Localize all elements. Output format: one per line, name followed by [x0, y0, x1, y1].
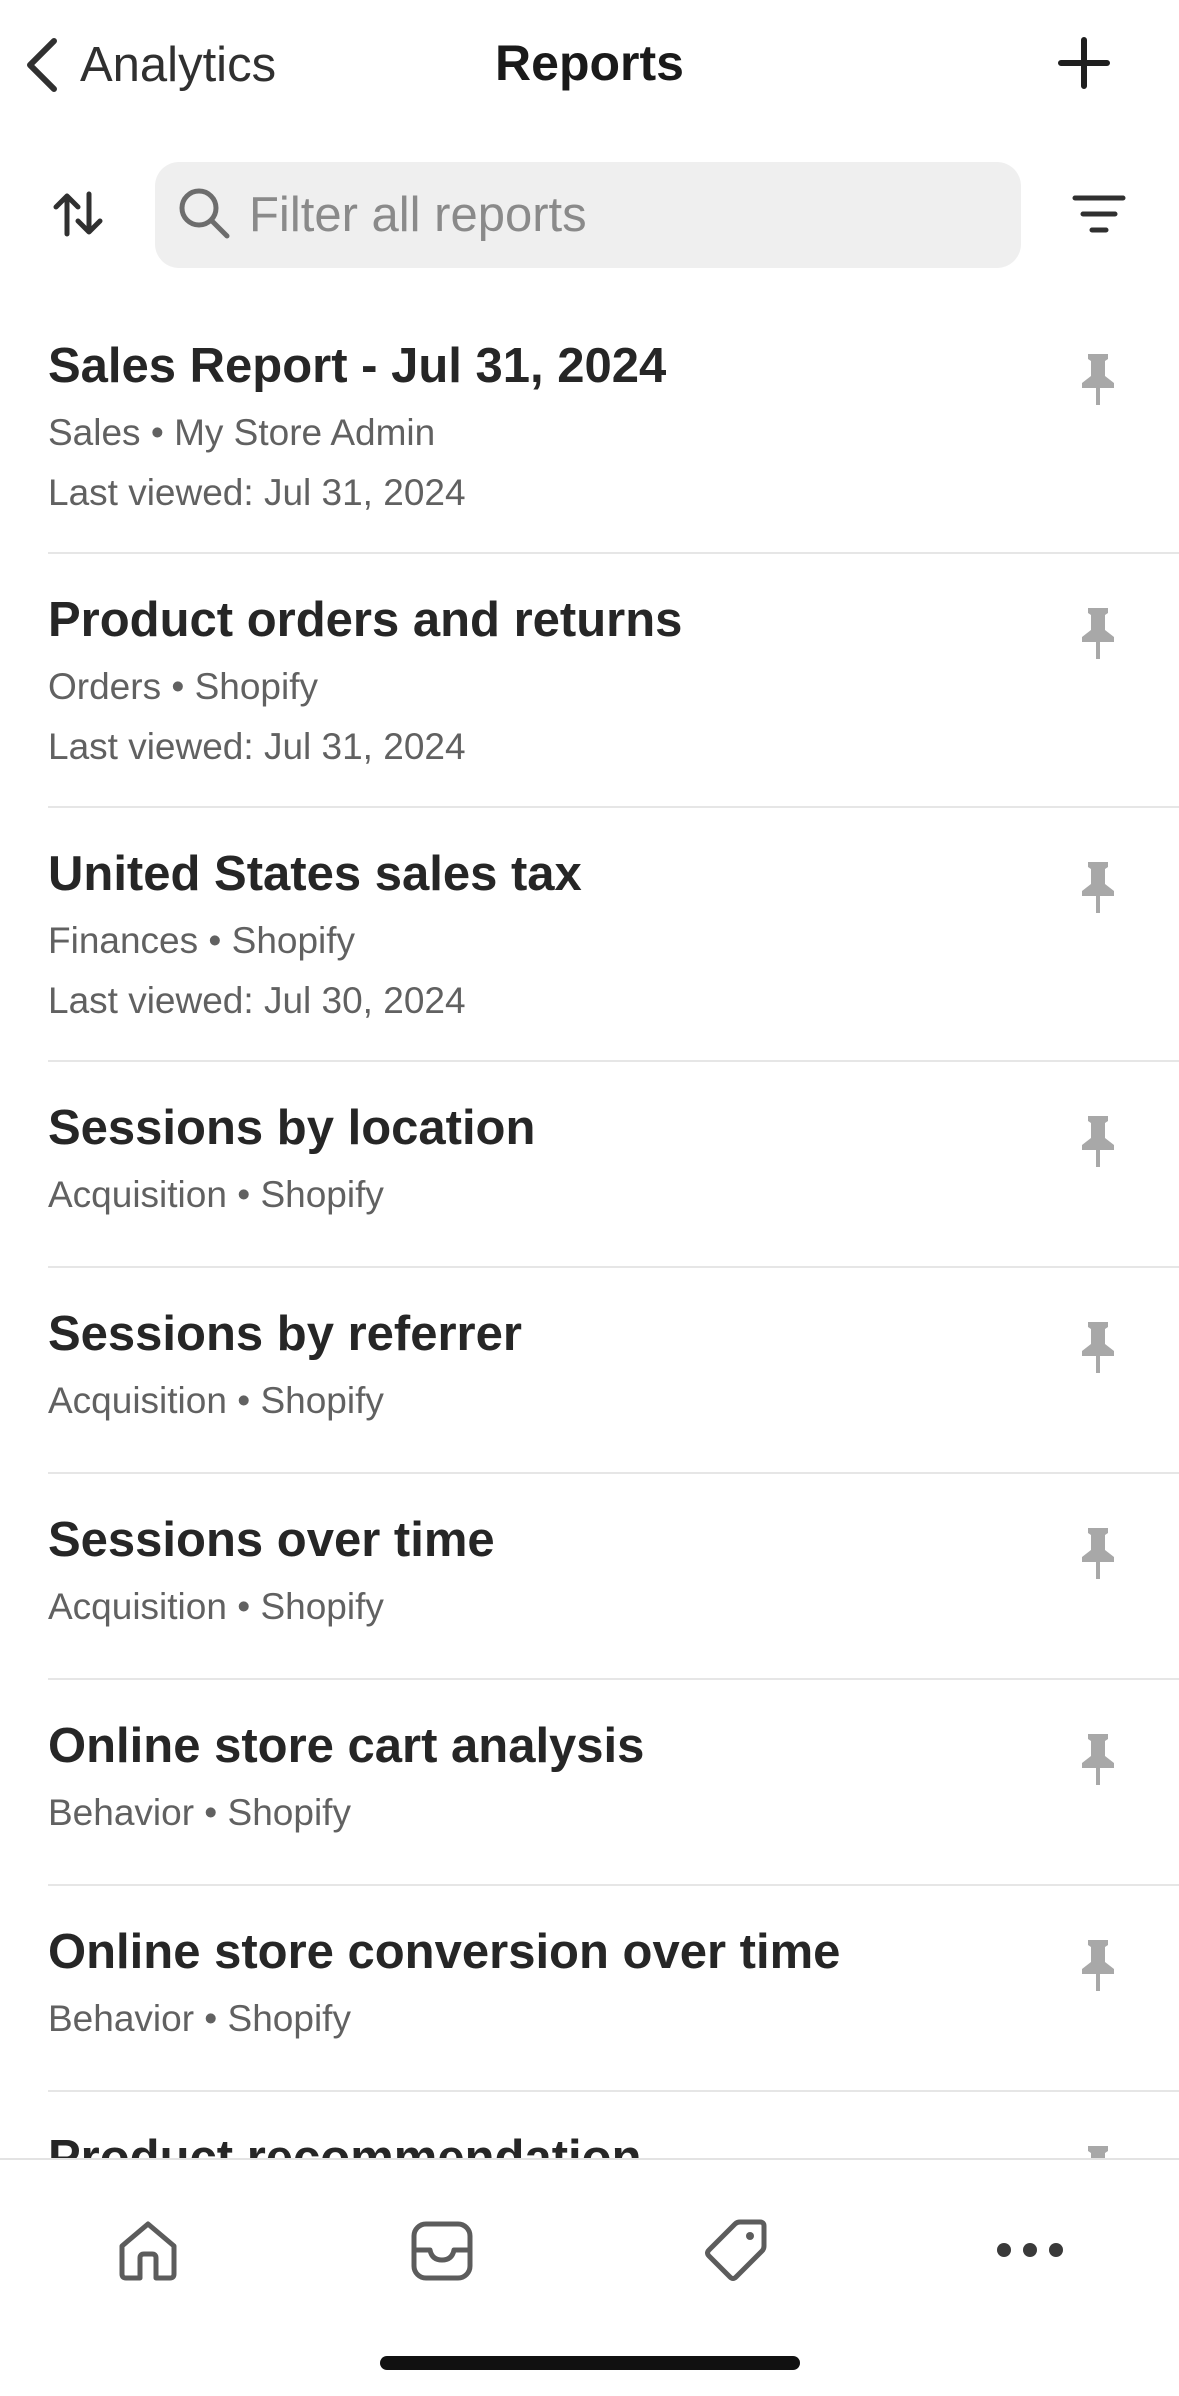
pin-button[interactable]	[1063, 598, 1133, 668]
report-title: Sessions over time	[48, 1513, 495, 1567]
tab-orders[interactable]	[392, 2200, 492, 2300]
report-row[interactable]: Online store cart analysis Behavior • Sh…	[48, 1680, 1179, 1886]
report-category: Sales • My Store Admin	[48, 412, 436, 453]
pin-icon	[1082, 608, 1114, 659]
report-row[interactable]: Sessions over time Acquisition • Shopify	[48, 1474, 1179, 1680]
pin-button[interactable]	[1063, 2136, 1133, 2158]
report-category: Behavior • Shopify	[48, 1998, 351, 2039]
back-label: Analytics	[80, 38, 277, 92]
more-dots-icon	[997, 2243, 1063, 2257]
report-title: Sessions by referrer	[48, 1307, 522, 1361]
pin-button[interactable]	[1063, 1930, 1133, 2000]
pin-icon	[1082, 1528, 1114, 1579]
report-title: Sessions by location	[48, 1101, 536, 1155]
pin-button[interactable]	[1063, 1312, 1133, 1382]
add-report-button[interactable]	[1049, 30, 1119, 100]
tab-home[interactable]	[98, 2200, 198, 2300]
filter-lines-icon	[1071, 192, 1127, 241]
pin-icon	[1082, 1322, 1114, 1373]
report-title: Product recommendation	[48, 2131, 642, 2158]
pin-button[interactable]	[1063, 1106, 1133, 1176]
report-row[interactable]: Sessions by location Acquisition • Shopi…	[48, 1062, 1179, 1268]
report-row[interactable]: Online store conversion over time Behavi…	[48, 1886, 1179, 2092]
report-list: Sales Report - Jul 31, 2024 Sales • My S…	[0, 300, 1179, 2158]
report-title: Product orders and returns	[48, 593, 683, 647]
search-row	[0, 160, 1179, 270]
plus-icon	[1057, 36, 1111, 95]
report-row[interactable]: Sessions by referrer Acquisition • Shopi…	[48, 1268, 1179, 1474]
inbox-tray-icon	[411, 2221, 473, 2281]
pin-button[interactable]	[1063, 344, 1133, 414]
report-title: Online store cart analysis	[48, 1719, 645, 1773]
tag-icon	[705, 2219, 767, 2281]
search-field[interactable]	[155, 162, 1021, 268]
pin-icon	[1082, 1734, 1114, 1785]
pin-button[interactable]	[1063, 1724, 1133, 1794]
report-row[interactable]: Sales Report - Jul 31, 2024 Sales • My S…	[48, 300, 1179, 554]
report-title: Online store conversion over time	[48, 1925, 841, 1979]
pin-icon	[1082, 1940, 1114, 1991]
report-row[interactable]: Product orders and returns Orders • Shop…	[48, 554, 1179, 808]
search-icon	[175, 184, 233, 247]
report-row[interactable]: Product recommendation	[48, 2092, 1179, 2158]
report-category: Orders • Shopify	[48, 666, 319, 707]
home-icon	[119, 2221, 177, 2281]
report-category: Acquisition • Shopify	[48, 1380, 384, 1421]
tab-products[interactable]	[686, 2200, 786, 2300]
tab-more[interactable]	[980, 2200, 1080, 2300]
report-category: Acquisition • Shopify	[48, 1586, 384, 1627]
pin-icon	[1088, 2146, 1108, 2158]
sort-button[interactable]	[40, 178, 116, 254]
report-title: United States sales tax	[48, 847, 582, 901]
pin-button[interactable]	[1063, 852, 1133, 922]
chevron-left-icon	[22, 35, 62, 95]
home-indicator	[380, 2356, 800, 2370]
back-button[interactable]: Analytics	[22, 30, 276, 100]
report-last-viewed: Last viewed: Jul 31, 2024	[48, 726, 466, 767]
filter-button[interactable]	[1061, 178, 1137, 254]
report-last-viewed: Last viewed: Jul 30, 2024	[48, 980, 466, 1021]
bottom-tab-bar	[0, 2158, 1179, 2396]
report-category: Acquisition • Shopify	[48, 1174, 384, 1215]
report-category: Finances • Shopify	[48, 920, 356, 961]
pin-icon	[1082, 862, 1114, 913]
sort-arrows-icon	[50, 186, 106, 247]
report-category: Behavior • Shopify	[48, 1792, 351, 1833]
navigation-bar: Analytics Reports	[0, 0, 1179, 135]
pin-icon	[1082, 354, 1114, 405]
report-title: Sales Report - Jul 31, 2024	[48, 339, 667, 393]
report-row[interactable]: United States sales tax Finances • Shopi…	[48, 808, 1179, 1062]
pin-icon	[1082, 1116, 1114, 1167]
pin-button[interactable]	[1063, 1518, 1133, 1588]
report-last-viewed: Last viewed: Jul 31, 2024	[48, 472, 466, 513]
search-input[interactable]	[249, 175, 1009, 255]
